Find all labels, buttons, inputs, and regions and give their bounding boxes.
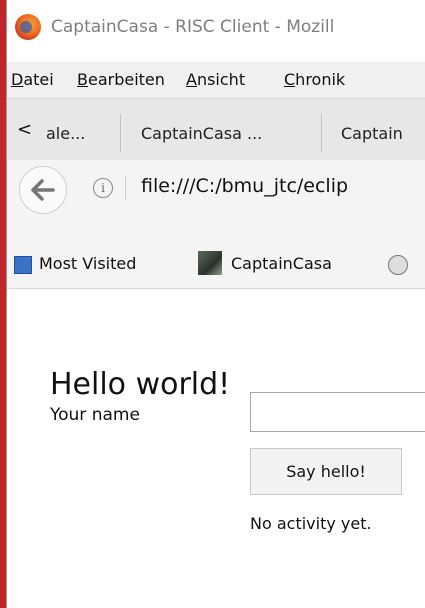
say-hello-button[interactable]: Say hello! xyxy=(250,448,402,495)
tab-scroll-left-button[interactable]: < xyxy=(17,119,32,140)
window-title: CaptainCasa - RISC Client - Mozill xyxy=(51,17,335,37)
menu-item-ansicht[interactable]: Ansicht xyxy=(186,70,245,89)
tab-separator xyxy=(321,114,322,152)
back-arrow-icon xyxy=(31,179,55,201)
bookmarks-toolbar: Most Visited CaptainCasa xyxy=(7,218,425,289)
menu-bar: Datei Bearbeiten Ansicht Chronik xyxy=(7,62,425,99)
menu-item-datei[interactable]: Datei xyxy=(11,70,54,89)
menu-item-bearbeiten[interactable]: Bearbeiten xyxy=(77,70,165,89)
url-field[interactable]: file:///C:/bmu_jtc/eclip xyxy=(141,175,348,197)
name-label: Your name xyxy=(50,405,140,425)
status-text: No activity yet. xyxy=(250,514,372,533)
tab-bar: < ale... CaptainCasa ... Captain xyxy=(7,99,425,161)
menu-item-chronik[interactable]: Chronik xyxy=(284,70,345,89)
tab-1[interactable]: ale... xyxy=(46,124,85,143)
bookmark-most-visited[interactable]: Most Visited xyxy=(39,254,136,273)
browser-window: CaptainCasa - RISC Client - Mozill Datei… xyxy=(6,0,425,608)
url-separator xyxy=(125,175,126,201)
captaincasa-favicon-icon xyxy=(198,251,222,275)
title-bar: CaptainCasa - RISC Client - Mozill xyxy=(7,0,425,58)
name-input[interactable] xyxy=(250,392,425,432)
bookmark-captaincasa[interactable]: CaptainCasa xyxy=(231,254,332,273)
tab-3[interactable]: Captain xyxy=(341,124,403,143)
tab-separator xyxy=(120,114,121,152)
page-title: Hello world! xyxy=(50,367,231,402)
firefox-logo-icon xyxy=(15,14,41,40)
back-button[interactable] xyxy=(19,166,67,214)
page-content: Hello world! Your name Say hello! No act… xyxy=(7,289,425,608)
navigation-bar: i file:///C:/bmu_jtc/eclip xyxy=(7,160,425,218)
site-info-icon[interactable]: i xyxy=(93,178,113,198)
most-visited-icon xyxy=(14,256,32,274)
globe-icon[interactable] xyxy=(388,255,408,275)
tab-2[interactable]: CaptainCasa ... xyxy=(141,124,262,143)
